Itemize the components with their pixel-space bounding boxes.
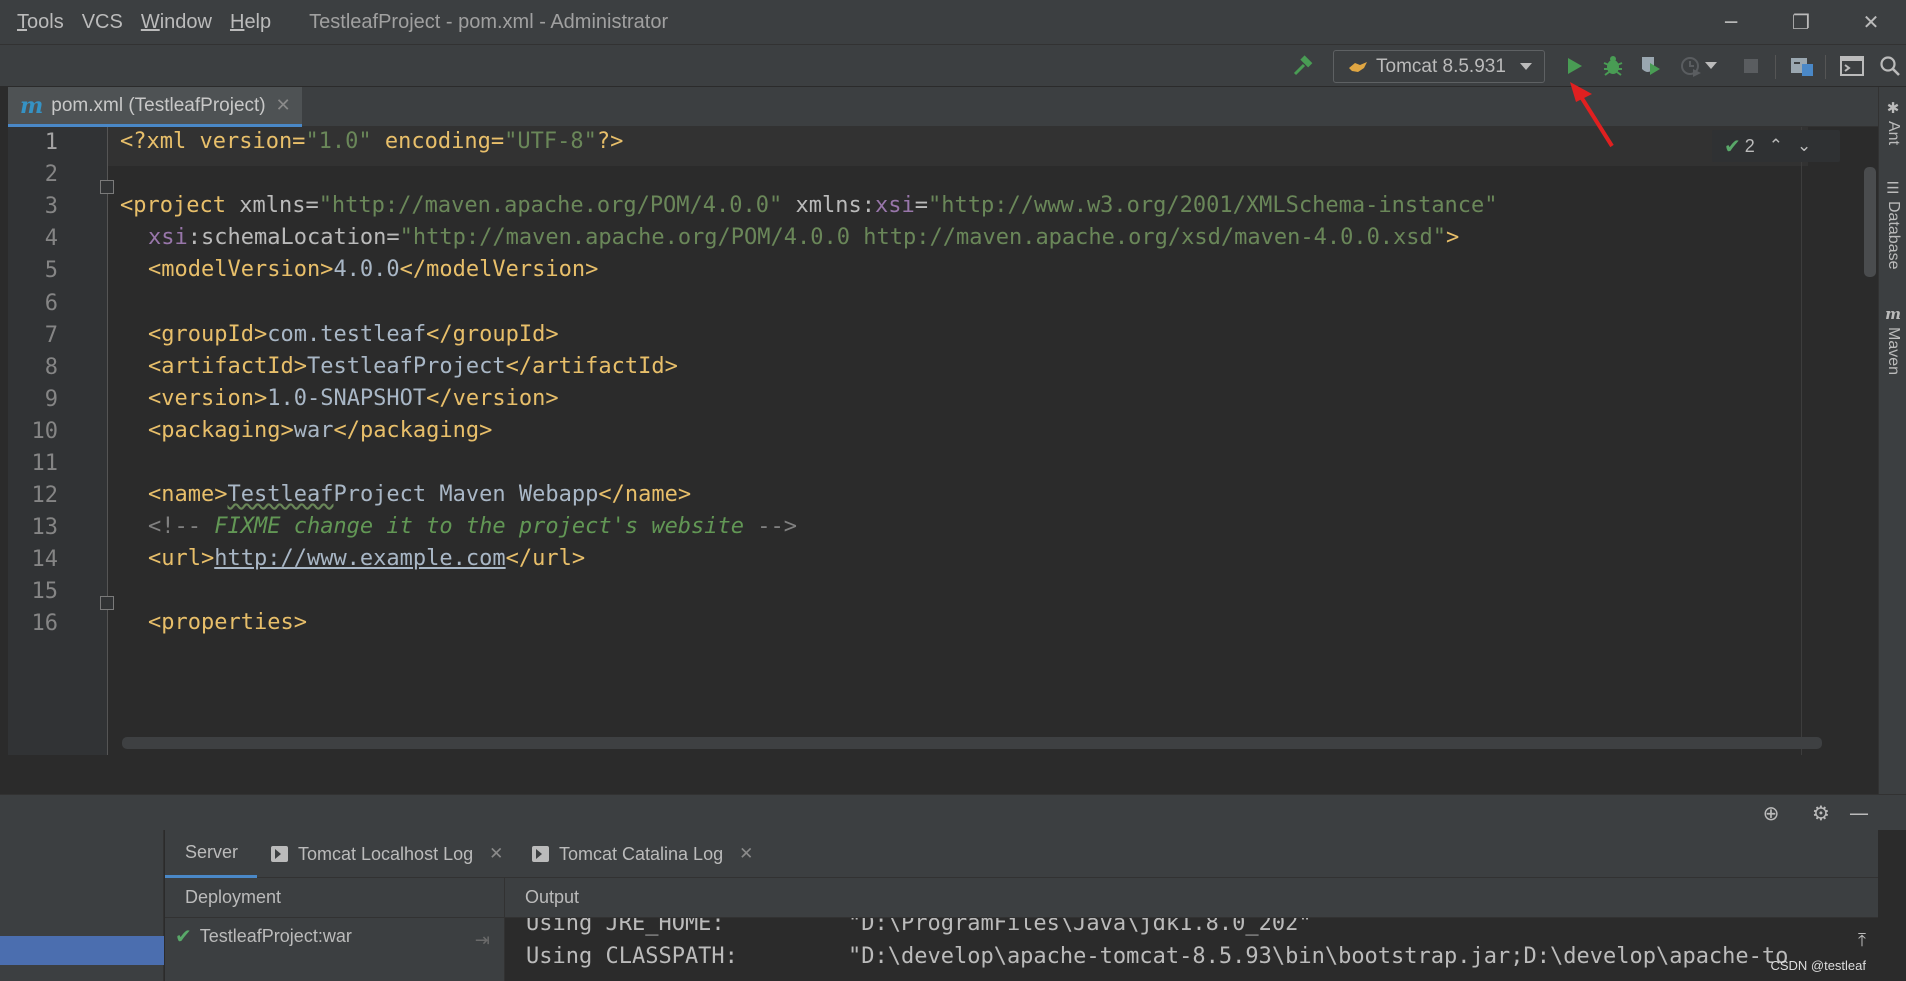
- selected-tree-item[interactable]: [0, 936, 164, 965]
- editor-tab-label: pom.xml (TestleafProject): [51, 94, 266, 116]
- close-button[interactable]: ✕: [1836, 0, 1906, 44]
- line-number: 13: [31, 515, 59, 540]
- line-number: 6: [44, 291, 58, 316]
- fold-marker-icon[interactable]: [100, 180, 114, 194]
- services-panel-header: ⊕ ⚙ —: [0, 794, 1906, 830]
- scroll-to-top-icon[interactable]: ⤒: [1858, 930, 1866, 951]
- chevron-down-icon[interactable]: ⌄: [1797, 136, 1811, 156]
- ant-icon: ✱: [1886, 99, 1900, 117]
- code-line-10: <packaging>war</packaging>: [148, 418, 493, 443]
- menu-help[interactable]: Help: [230, 11, 271, 34]
- close-tab-icon[interactable]: ✕: [739, 844, 753, 864]
- search-icon[interactable]: [1875, 51, 1905, 81]
- profiler-dropdown-chevron-icon[interactable]: [1703, 51, 1719, 81]
- code-line-1: <?xml version="1.0" encoding="UTF-8"?>: [120, 129, 624, 154]
- minimize-button[interactable]: ─: [1696, 0, 1766, 44]
- annotation-arrow-icon: [1570, 82, 1614, 148]
- menu-vcs[interactable]: VCS: [82, 11, 123, 34]
- restore-button[interactable]: ❐: [1766, 0, 1836, 44]
- services-tabs: Server Tomcat Localhost Log ✕ Tomcat Cat…: [165, 830, 1878, 878]
- output-console[interactable]: Using JRE_HOME: "D:\ProgramFiles\Java\jdk…: [505, 918, 1878, 981]
- line-number: 1: [44, 130, 58, 155]
- code-editor[interactable]: 1 2 3 4 5 6 7 8 9 10 11 12 13 14 15 16 <…: [8, 127, 1878, 755]
- line-number: 12: [31, 483, 59, 508]
- right-tool-strip: ✱ Ant ☰ Database m Maven: [1878, 87, 1906, 794]
- log-icon: [271, 846, 288, 862]
- ant-tool-tab[interactable]: ✱ Ant: [1881, 99, 1905, 145]
- run-play-icon[interactable]: [1559, 51, 1589, 81]
- close-tab-icon[interactable]: ✕: [276, 95, 291, 116]
- maven-icon: m: [1885, 305, 1901, 323]
- deployment-list: ✔ TestleafProject:war ⇥: [165, 918, 505, 981]
- horizontal-scrollbar[interactable]: [122, 737, 1822, 749]
- inspection-count: 2: [1744, 135, 1755, 156]
- fold-marker-icon[interactable]: [100, 596, 114, 610]
- code-line-5: <modelVersion>4.0.0</modelVersion>: [148, 257, 599, 282]
- vertical-scrollbar[interactable]: [1864, 167, 1876, 277]
- main-toolbar: Tomcat 8.5.931: [0, 44, 1906, 87]
- database-tool-tab[interactable]: ☰ Database: [1881, 179, 1905, 270]
- chevron-down-icon: [1520, 63, 1532, 70]
- code-line-14: <url>http://www.example.com</url>: [148, 546, 586, 571]
- output-line: Using CLASSPATH: "D:\develop\apache-tomca…: [526, 944, 1789, 969]
- line-number-gutter: 1 2 3 4 5 6 7 8 9 10 11 12 13 14 15 16: [8, 127, 108, 755]
- window-title: TestleafProject - pom.xml - Administrato…: [309, 10, 669, 33]
- stop-icon[interactable]: [1736, 51, 1766, 81]
- log-icon: [532, 846, 549, 862]
- build-hammer-icon[interactable]: [1288, 51, 1318, 81]
- gear-icon[interactable]: ⚙: [1806, 799, 1836, 827]
- target-icon[interactable]: ⊕: [1756, 799, 1786, 827]
- toolbar-separator: [1825, 55, 1826, 79]
- checkmark-icon: ✔: [175, 924, 192, 948]
- deployment-item[interactable]: ✔ TestleafProject:war: [169, 924, 352, 948]
- line-number: 3: [44, 194, 58, 219]
- editor-tab-pom-xml[interactable]: m pom.xml (TestleafProject) ✕: [8, 87, 302, 127]
- output-header: Output: [505, 878, 1878, 918]
- url-link[interactable]: http://www.example.com: [214, 546, 505, 571]
- line-number: 8: [44, 355, 58, 380]
- right-margin-guide: [1801, 127, 1802, 755]
- deployment-header: Deployment: [165, 878, 505, 918]
- inspection-widget[interactable]: ✔ 2 ⌃ ⌄: [1712, 130, 1840, 162]
- terminal-window-icon[interactable]: [1837, 51, 1867, 81]
- line-number: 15: [31, 579, 59, 604]
- deploy-action-icon[interactable]: ⇥: [475, 930, 490, 951]
- database-icon: ☰: [1886, 179, 1900, 197]
- checkmark-icon: ✔: [1724, 134, 1741, 158]
- output-line: Using JRE_HOME: "D:\ProgramFiles\Java\jdk…: [526, 918, 1312, 936]
- tomcat-icon: [1349, 61, 1367, 72]
- maven-tool-tab[interactable]: m Maven: [1881, 305, 1905, 375]
- line-number: 9: [44, 387, 58, 412]
- chevron-up-icon[interactable]: ⌃: [1769, 136, 1783, 156]
- minimize-panel-icon[interactable]: —: [1844, 799, 1874, 827]
- code-line-16: <properties>: [148, 610, 307, 635]
- profiler-icon[interactable]: [1676, 51, 1706, 81]
- line-number: 4: [44, 226, 58, 251]
- line-number: 7: [44, 323, 58, 348]
- tab-tomcat-localhost-log[interactable]: Tomcat Localhost Log ✕: [271, 830, 503, 878]
- window-controls: ─ ❐ ✕: [1696, 0, 1906, 44]
- line-number: 2: [44, 162, 58, 187]
- line-number: 14: [31, 547, 59, 572]
- menu-window[interactable]: Window: [141, 11, 212, 34]
- toolbar-separator: [1775, 55, 1776, 79]
- services-tree[interactable]: [0, 830, 164, 981]
- debug-bug-icon[interactable]: [1598, 51, 1628, 81]
- run-with-coverage-icon[interactable]: [1636, 51, 1666, 81]
- close-tab-icon[interactable]: ✕: [489, 844, 503, 864]
- menu-tools[interactable]: Tools: [17, 11, 64, 34]
- line-number: 11: [31, 451, 59, 476]
- tab-server[interactable]: Server: [165, 830, 258, 878]
- menu-bar: Tools VCS Window Help TestleafProject - …: [0, 0, 1906, 44]
- run-configuration-select[interactable]: Tomcat 8.5.931: [1333, 50, 1545, 83]
- watermark: CSDN @testleaf: [1770, 958, 1866, 973]
- tab-tomcat-catalina-log[interactable]: Tomcat Catalina Log ✕: [532, 830, 753, 878]
- line-number: 16: [31, 611, 59, 636]
- line-number: 5: [44, 258, 58, 283]
- run-config-label: Tomcat 8.5.931: [1376, 55, 1506, 77]
- project-structure-icon[interactable]: [1787, 51, 1817, 81]
- maven-file-icon: m: [20, 92, 44, 119]
- line-number: 10: [31, 419, 59, 444]
